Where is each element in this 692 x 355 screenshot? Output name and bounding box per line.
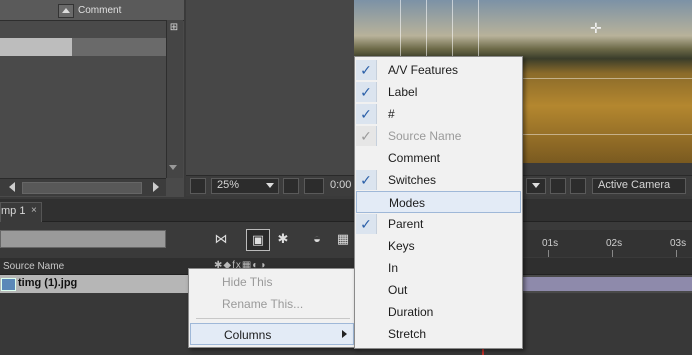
- submenu-item-out[interactable]: Out: [356, 279, 521, 301]
- submenu-item-label: Keys: [388, 239, 415, 253]
- horizontal-scroll-thumb[interactable]: [22, 182, 142, 194]
- submenu-item-label: Switches: [388, 173, 437, 187]
- submenu-item-label: In: [388, 261, 399, 275]
- project-vertical-scrollbar[interactable]: [166, 20, 183, 178]
- submenu-arrow-icon: [342, 330, 347, 338]
- camera-select-value: Active Camera: [598, 179, 671, 191]
- scroll-left-arrow-icon[interactable]: [9, 182, 15, 192]
- check-icon: ✓: [356, 214, 377, 234]
- shy-layers-icon[interactable]: ✱: [272, 229, 294, 249]
- submenu-item-label: Label: [388, 85, 418, 99]
- viewer-pasteboard: [186, 0, 354, 175]
- ruler-label: 02s: [606, 238, 623, 249]
- submenu-item-label: Modes: [389, 196, 426, 210]
- submenu-item-label: #: [388, 107, 395, 121]
- source-name-column-header[interactable]: Source Name: [3, 261, 64, 272]
- menu-item-label: Columns: [224, 328, 272, 342]
- menu-item-label: Rename This...: [222, 297, 304, 311]
- menu-item-columns[interactable]: Columns: [190, 323, 354, 345]
- tab-comp-1-label: mp 1: [1, 205, 26, 217]
- transparency-grid-icon[interactable]: [550, 178, 566, 194]
- submenu-item-label: Stretch: [388, 327, 427, 341]
- graph-editor-icon[interactable]: ▦: [332, 229, 354, 249]
- resolution-icon[interactable]: [283, 178, 299, 194]
- submenu-item-label: Duration: [388, 305, 434, 319]
- region-of-interest-icon[interactable]: [304, 178, 324, 194]
- ruler-tick: [676, 250, 677, 257]
- submenu-item-in[interactable]: In: [356, 257, 521, 279]
- check-icon: ✓: [356, 104, 377, 124]
- close-icon[interactable]: ×: [31, 205, 37, 216]
- 3d-view-icon[interactable]: [570, 178, 586, 194]
- ruler-label: 01s: [542, 238, 559, 249]
- columns-submenu: ✓ A/V Features ✓ Label ✓ # ✓ Source Name…: [354, 56, 523, 349]
- current-time[interactable]: 0:00: [330, 179, 351, 191]
- scroll-down-arrow-icon[interactable]: [169, 165, 177, 170]
- menu-separator: [196, 318, 350, 319]
- submenu-item-duration[interactable]: Duration: [356, 301, 521, 323]
- submenu-item-comment[interactable]: Comment: [356, 147, 521, 169]
- submenu-item-label-column[interactable]: ✓ Label: [356, 81, 521, 103]
- flowchart-icon[interactable]: ⊞: [168, 22, 180, 34]
- motion-blur-icon[interactable]: ◒: [306, 229, 328, 249]
- menu-item-label: Hide This: [222, 275, 273, 289]
- ruler-label: 03s: [670, 238, 687, 249]
- submenu-item-number[interactable]: ✓ #: [356, 103, 521, 125]
- submenu-item-label: Comment: [388, 151, 441, 165]
- always-preview-icon[interactable]: [190, 178, 206, 194]
- layer-duration-bar[interactable]: [520, 277, 692, 291]
- ruler-tick: [548, 250, 549, 257]
- timeline-tab-bar: [0, 199, 692, 222]
- submenu-item-keys[interactable]: Keys: [356, 235, 521, 257]
- draft-3d-icon[interactable]: ▣: [246, 229, 270, 251]
- check-icon: ✓: [356, 60, 377, 80]
- crosshair-icon: ✛: [590, 20, 602, 36]
- submenu-item-label: Source Name: [388, 129, 462, 143]
- menu-item-hide-this[interactable]: Hide This: [189, 271, 355, 293]
- submenu-item-modes[interactable]: Modes: [356, 191, 521, 213]
- scroll-right-arrow-icon[interactable]: [153, 182, 159, 192]
- timeline-search-input[interactable]: [0, 230, 166, 248]
- zoom-value: 25%: [217, 179, 240, 191]
- submenu-item-parent[interactable]: ✓ Parent: [356, 213, 521, 235]
- submenu-item-label: A/V Features: [388, 63, 459, 77]
- check-icon: ✓: [356, 126, 377, 146]
- check-icon: ✓: [356, 82, 377, 102]
- submenu-item-source-name[interactable]: ✓ Source Name: [356, 125, 521, 147]
- composition-flowchart-icon[interactable]: ⋈: [210, 229, 232, 249]
- sort-ascending-icon[interactable]: [58, 4, 74, 18]
- ruler-tick: [612, 250, 613, 257]
- project-item-row-rest[interactable]: [72, 38, 166, 56]
- chevron-down-icon: [266, 183, 274, 188]
- submenu-item-label: Parent: [388, 217, 424, 231]
- project-panel: [0, 0, 184, 197]
- layer-context-menu: Hide This Rename This... Columns: [188, 268, 356, 348]
- check-icon: ✓: [356, 170, 377, 190]
- submenu-item-stretch[interactable]: Stretch: [356, 323, 521, 345]
- submenu-item-av-features[interactable]: ✓ A/V Features: [356, 59, 521, 81]
- submenu-item-switches[interactable]: ✓ Switches: [356, 169, 521, 191]
- submenu-item-label: Out: [388, 283, 408, 297]
- menu-item-rename-this[interactable]: Rename This...: [189, 293, 355, 315]
- image-file-icon: [1, 278, 16, 291]
- layer-name: timg (1).jpg: [18, 277, 78, 289]
- comment-column-header[interactable]: Comment: [78, 5, 121, 16]
- project-item-row[interactable]: [0, 38, 72, 56]
- chevron-down-icon: [532, 183, 540, 188]
